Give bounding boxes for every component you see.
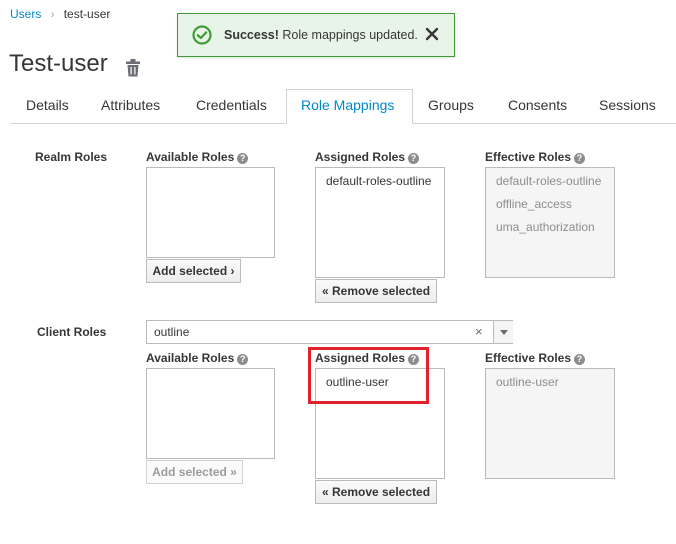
client-effective-roles-list: outline-user [485, 368, 615, 479]
tab-role-mappings[interactable]: Role Mappings [301, 97, 394, 113]
chevron-down-icon[interactable] [493, 321, 513, 343]
client-remove-selected-button[interactable]: « Remove selected [315, 480, 437, 504]
tab-groups[interactable]: Groups [428, 97, 474, 113]
list-item: default-roles-outline [496, 174, 602, 188]
breadcrumb: Users › test-user [10, 7, 110, 21]
client-select-value: outline [154, 325, 190, 339]
client-add-selected-button[interactable]: Add selected » [146, 460, 243, 484]
client-select[interactable]: outline × [146, 320, 513, 344]
tab-details[interactable]: Details [26, 97, 69, 113]
check-circle-icon [192, 25, 212, 45]
realm-effective-roles-list: default-roles-outline offline_access uma… [485, 167, 615, 278]
realm-available-roles-list[interactable] [146, 167, 275, 258]
client-effective-heading: Effective Roles? [485, 351, 586, 365]
help-icon[interactable]: ? [574, 153, 586, 164]
trash-icon[interactable] [124, 58, 142, 78]
tab-credentials[interactable]: Credentials [196, 97, 267, 113]
clear-icon[interactable]: × [475, 324, 483, 339]
realm-effective-heading-text: Effective Roles [485, 150, 572, 164]
success-toast: Success! Role mappings updated. [177, 13, 455, 57]
list-item[interactable]: default-roles-outline [316, 171, 444, 192]
breadcrumb-current: test-user [63, 7, 111, 21]
realm-available-heading-text: Available Roles [146, 150, 235, 164]
help-icon[interactable]: ? [237, 153, 249, 164]
breadcrumb-separator: › [50, 9, 55, 21]
realm-add-selected-button[interactable]: Add selected › [146, 259, 241, 283]
tab-attributes[interactable]: Attributes [101, 97, 160, 113]
annotation-highlight-box [308, 347, 429, 404]
tab-sessions[interactable]: Sessions [599, 97, 656, 113]
list-item: outline-user [496, 375, 559, 389]
help-icon[interactable]: ? [237, 354, 249, 365]
client-roles-label: Client Roles [37, 325, 107, 339]
client-available-roles-list[interactable] [146, 368, 275, 459]
client-effective-heading-text: Effective Roles [485, 351, 572, 365]
help-icon[interactable]: ? [408, 153, 420, 164]
toast-message: Success! Role mappings updated. [224, 28, 418, 42]
realm-available-heading: Available Roles? [146, 150, 249, 164]
client-available-heading: Available Roles? [146, 351, 249, 365]
realm-assigned-roles-list[interactable]: default-roles-outline [315, 167, 445, 278]
close-icon[interactable] [423, 25, 441, 43]
realm-assigned-heading-text: Assigned Roles [315, 150, 406, 164]
realm-remove-selected-button[interactable]: « Remove selected [315, 279, 437, 303]
realm-effective-heading: Effective Roles? [485, 150, 586, 164]
list-item: uma_authorization [496, 220, 595, 234]
realm-roles-label: Realm Roles [35, 150, 108, 164]
client-available-heading-text: Available Roles [146, 351, 235, 365]
realm-assigned-heading: Assigned Roles? [315, 150, 420, 164]
help-icon[interactable]: ? [574, 354, 586, 365]
toast-text: Role mappings updated. [278, 28, 418, 42]
toast-strong: Success! [224, 28, 279, 42]
breadcrumb-users-link[interactable]: Users [10, 7, 41, 21]
tab-consents[interactable]: Consents [508, 97, 567, 113]
page-title: Test-user [9, 50, 108, 77]
list-item: offline_access [496, 197, 572, 211]
